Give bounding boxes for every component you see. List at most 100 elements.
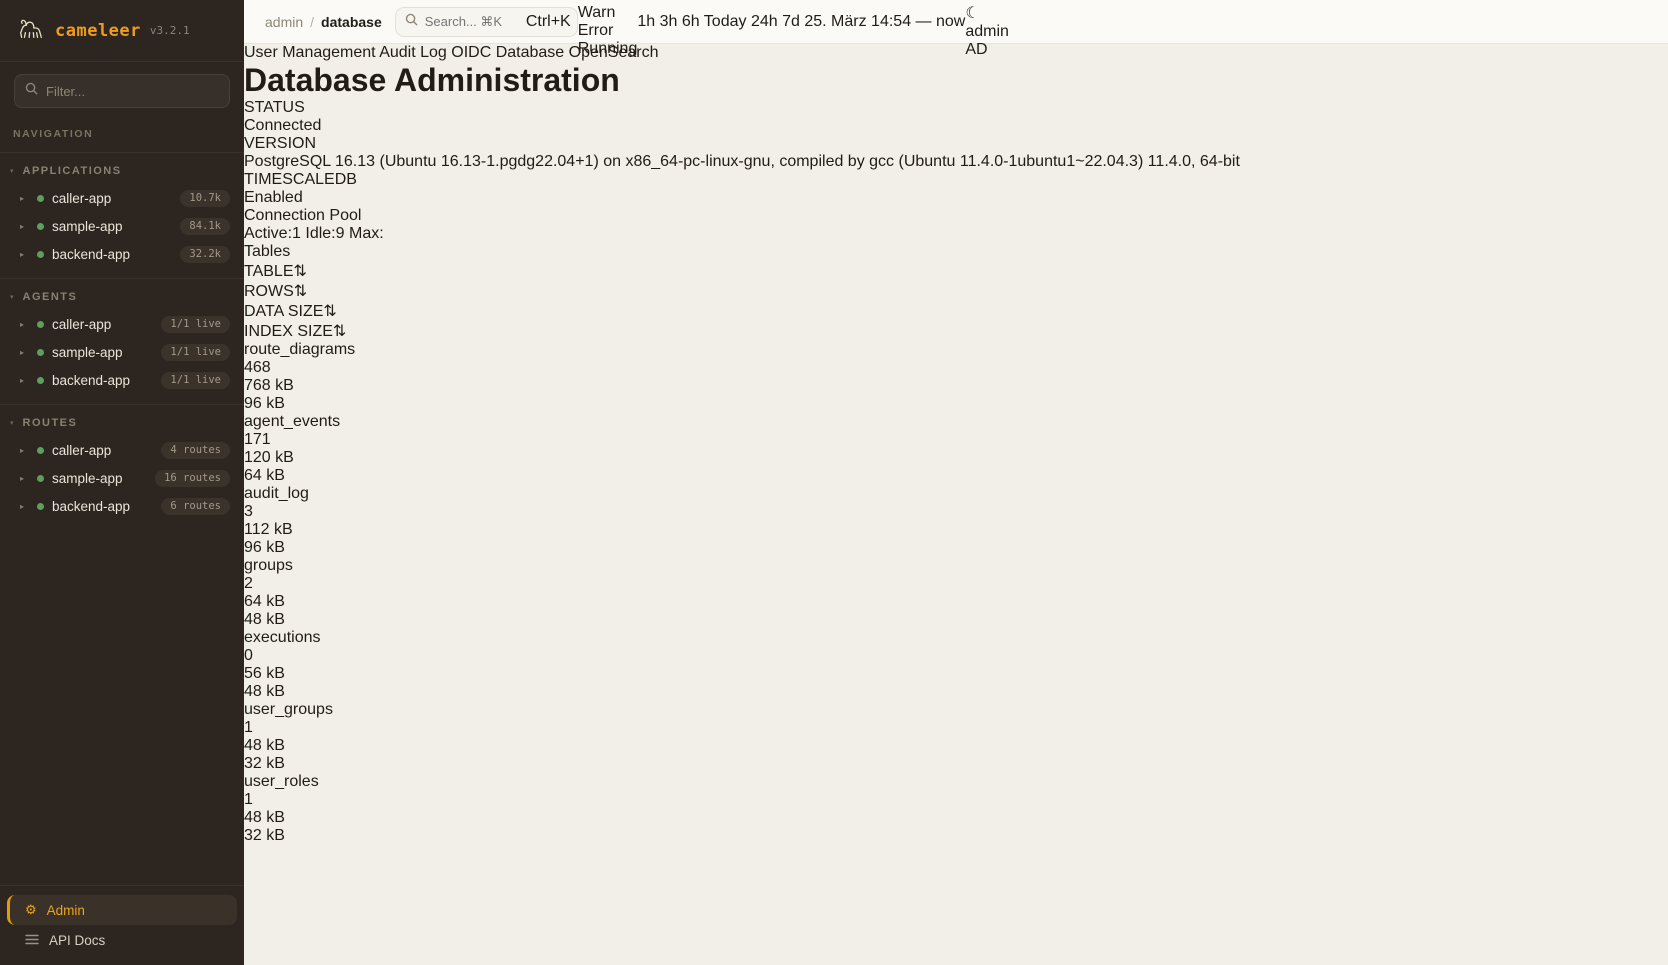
search-input[interactable] [425,14,519,29]
sidebar-item-sample-app[interactable]: ▸ sample-app 16 routes [0,464,244,492]
table-row[interactable]: groups 2 64 kB 48 kB [244,557,1668,629]
tables-section-title: Tables [244,243,1668,261]
table-row[interactable]: user_roles 1 48 kB 32 kB [244,773,1668,845]
table-row[interactable]: audit_log 3 112 kB 96 kB [244,485,1668,557]
admin-tabs: User Management Audit Log OIDC Database … [244,44,1668,62]
table-row[interactable]: user_groups 1 48 kB 32 kB [244,701,1668,773]
section-header[interactable]: ▾ ROUTES [0,417,244,436]
search-icon [405,13,418,31]
time-range-3h[interactable]: 3h [660,13,678,30]
table-row[interactable]: executions 0 56 kB 48 kB [244,629,1668,701]
sidebar: cameleer v3.2.1 NAVIGATION ▾ APPLICATION… [0,0,244,965]
chevron-right-icon: ▸ [20,250,29,259]
moon-icon: ☾ [965,5,979,22]
routes-badge: 6 routes [161,498,230,515]
time-range-today[interactable]: Today [704,13,747,30]
connection-pool-stats: Active:1 Idle:9 Max: [244,225,1668,243]
page-title: Database Administration [244,62,1668,99]
column-header-index-size[interactable]: INDEX SIZE⇅ [244,321,1668,341]
chevron-right-icon: ▸ [20,502,29,511]
status-dot [37,349,44,356]
global-search[interactable]: Ctrl+K [395,7,578,37]
sidebar-item-api-docs[interactable]: API Docs [7,925,237,955]
date-range[interactable]: 25. März 14:54 — now [804,13,965,30]
app-root: cameleer v3.2.1 NAVIGATION ▾ APPLICATION… [0,0,1668,965]
filter-box[interactable] [14,74,230,108]
navigation-label: NAVIGATION [13,128,244,140]
chevron-right-icon: ▸ [20,320,29,329]
list-icon [25,933,39,948]
tab-user-management[interactable]: User Management [244,44,376,61]
sidebar-item-backend-app[interactable]: ▸ backend-app 6 routes [0,492,244,520]
page-content: Database Administration STATUS Connected… [244,62,1668,845]
tab-database[interactable]: Database [496,44,565,61]
breadcrumb-separator: / [310,14,314,30]
time-range-group: 1h 3h 6h Today 24h 7d 25. März 14:54 — n… [637,13,965,31]
table-row[interactable]: agent_events 171 120 kB 64 kB [244,413,1668,485]
status-dot [37,223,44,230]
username: admin [965,23,1009,40]
tab-audit-log[interactable]: Audit Log [379,44,447,61]
sidebar-item-backend-app[interactable]: ▸ backend-app 32.2k [0,240,244,268]
table-header-row: TABLE⇅ ROWS⇅ DATA SIZE⇅ INDEX SIZE⇅ [244,261,1668,341]
sidebar-item-sample-app[interactable]: ▸ sample-app 1/1 live [0,338,244,366]
column-header-data-size[interactable]: DATA SIZE⇅ [244,301,1668,321]
chevron-right-icon: ▸ [20,446,29,455]
pool-idle-value: 9 [336,225,345,242]
status-card: STATUS Connected [244,99,1668,135]
breadcrumb: admin / database [265,14,382,30]
status-card-label: STATUS [244,99,1668,117]
sidebar-item-backend-app[interactable]: ▸ backend-app 1/1 live [0,366,244,394]
column-header-rows[interactable]: ROWS⇅ [244,281,1668,301]
section-header[interactable]: ▾ APPLICATIONS [0,165,244,184]
sidebar-footer: ⚙ Admin API Docs [0,885,244,965]
filter-error[interactable]: Error [578,22,638,40]
connection-pool-card: Connection Pool Active:1 Idle:9 Max: [244,207,1668,243]
routes-badge: 4 routes [161,442,230,459]
connection-pool-title: Connection Pool [244,207,1668,225]
status-dot [37,377,44,384]
time-range-24h[interactable]: 24h [751,13,778,30]
status-dot [37,475,44,482]
live-badge: 1/1 live [161,316,230,333]
table-row[interactable]: route_diagrams 468 768 kB 96 kB [244,341,1668,413]
sidebar-filter [0,62,244,112]
chevron-right-icon: ▸ [20,222,29,231]
sidebar-item-caller-app[interactable]: ▸ caller-app 4 routes [0,436,244,464]
theme-toggle-button[interactable]: ☾ [965,3,1009,23]
caret-down-icon: ▾ [10,293,14,301]
tab-opensearch[interactable]: OpenSearch [569,44,659,61]
section-routes: ▾ ROUTES ▸ caller-app 4 routes ▸ sample-… [0,404,244,520]
sort-icon: ⇅ [323,303,336,320]
pool-active-value: 1 [292,225,301,242]
live-badge: 1/1 live [161,344,230,361]
sort-icon: ⇅ [294,263,307,280]
sidebar-item-caller-app[interactable]: ▸ caller-app 10.7k [0,184,244,212]
time-range-6h[interactable]: 6h [682,13,700,30]
time-range-1h[interactable]: 1h [637,13,655,30]
timescaledb-card: TIMESCALEDB Enabled [244,171,1668,207]
app-name: cameleer [55,21,141,41]
tab-oidc[interactable]: OIDC [451,44,491,61]
sidebar-item-admin[interactable]: ⚙ Admin [7,895,237,925]
filter-input[interactable] [46,84,222,99]
section-header[interactable]: ▾ AGENTS [0,291,244,310]
chevron-right-icon: ▸ [20,194,29,203]
sidebar-item-caller-app[interactable]: ▸ caller-app 1/1 live [0,310,244,338]
version-card: VERSION PostgreSQL 16.13 (Ubuntu 16.13-1… [244,135,1668,171]
search-icon [25,82,38,100]
column-header-table[interactable]: TABLE⇅ [244,261,1668,281]
count-badge: 84.1k [180,218,230,235]
status-dot [37,447,44,454]
breadcrumb-admin[interactable]: admin [265,14,303,30]
timescaledb-card-value: Enabled [244,189,1668,207]
time-range-7d[interactable]: 7d [782,13,800,30]
filter-warn[interactable]: Warn [578,4,638,22]
main-area: admin / database Ctrl+K OK Warn [244,0,1668,965]
sidebar-item-sample-app[interactable]: ▸ sample-app 84.1k [0,212,244,240]
status-card-value: Connected [244,117,1668,135]
timescaledb-card-label: TIMESCALEDB [244,171,1668,189]
count-badge: 32.2k [180,246,230,263]
chevron-right-icon: ▸ [20,376,29,385]
live-badge: 1/1 live [161,372,230,389]
